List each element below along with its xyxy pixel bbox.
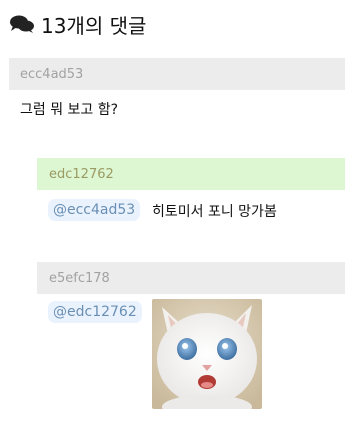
mention-tag[interactable]: @ecc4ad53 <box>48 199 141 221</box>
comment-count-title: 13개의 댓글 <box>41 13 147 38</box>
comment-author[interactable]: e5efc178 <box>49 271 110 286</box>
reply-author-bar: edc12762 <box>37 158 345 190</box>
comments-header: 13개의 댓글 <box>9 10 146 38</box>
reply-author-bar: e5efc178 <box>37 262 345 294</box>
comments-icon <box>10 15 34 33</box>
comment-author-bar: ecc4ad53 <box>9 58 345 90</box>
comment-author[interactable]: ecc4ad53 <box>20 67 83 82</box>
comment-text: 히토미서 포니 망가봄 <box>152 204 277 220</box>
mention-tag[interactable]: @edc12762 <box>48 301 142 323</box>
comment-text: 그럼 뭐 보고 함? <box>20 102 119 118</box>
cat-photo[interactable] <box>152 299 262 409</box>
comment-author[interactable]: edc12762 <box>49 167 114 182</box>
